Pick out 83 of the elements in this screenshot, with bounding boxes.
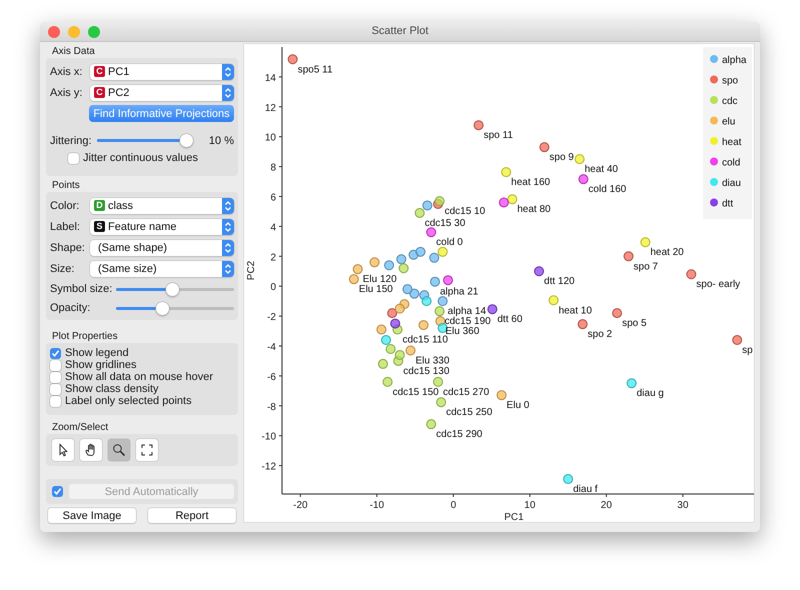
point-label: cdc15 110 <box>402 334 448 346</box>
tick-label: 14 <box>264 72 276 84</box>
point-label: cdc15 30 <box>424 218 466 229</box>
legend-label: alpha <box>722 55 746 66</box>
field-label: Shape: <box>50 242 86 254</box>
tick-label: -12 <box>262 462 276 473</box>
point-label: diau g <box>636 388 664 400</box>
field-label: Size: <box>50 262 76 274</box>
point-label: heat 160 <box>511 177 550 188</box>
tick-label: 10 <box>524 500 536 511</box>
field-label: Axis x: <box>50 66 84 78</box>
tick-label: -20 <box>293 500 308 511</box>
axis-title: PC2 <box>246 260 257 280</box>
legend-label: diau <box>722 178 741 189</box>
point-label: Elu 150 <box>358 284 393 296</box>
legend-label: elu <box>722 116 736 128</box>
legend-label: dtt <box>722 198 734 210</box>
tick-label: 8 <box>270 162 276 174</box>
tick-label: 10 <box>264 132 276 144</box>
slider-value: 10 % <box>208 134 234 146</box>
point-label: cdc15 250 <box>446 407 492 418</box>
point-label: cdc15 290 <box>436 429 482 440</box>
point-label: spo 9 <box>549 152 574 164</box>
field-label: Color: <box>50 200 80 212</box>
point-label: cold 0 <box>436 237 463 248</box>
point-label: heat 20 <box>650 247 684 258</box>
point-label: spo 5 <box>622 318 647 330</box>
legend-label: cdc <box>722 96 738 107</box>
point-label: cdc15 270 <box>443 386 490 398</box>
tick-label: -8 <box>267 402 276 413</box>
type-badge: C <box>94 87 105 98</box>
type-badge: S <box>94 221 105 232</box>
point-label: alpha 14 <box>448 306 486 318</box>
field-label: Symbol size: <box>50 283 114 295</box>
point-label: spo 2 <box>588 329 612 340</box>
point-label: cdc15 190 <box>444 316 491 328</box>
type-badge: C <box>94 66 105 77</box>
tick-label: -10 <box>262 432 276 443</box>
point-label: cdc15 150 <box>392 386 439 398</box>
point-label: spo 11 <box>484 130 513 142</box>
point-label: Elu 120 <box>362 274 397 286</box>
field-label: Label: <box>50 220 81 232</box>
point-label: cdc15 10 <box>444 206 486 218</box>
point-label: Elu 330 <box>416 355 450 366</box>
point-label: diau f <box>573 484 598 496</box>
tick-label: 0 <box>450 500 456 511</box>
point-label: heat 80 <box>517 204 551 216</box>
section-title: Points <box>52 179 80 192</box>
point-label: cold 160 <box>588 184 626 196</box>
window-title: Scatter Plot <box>370 25 430 37</box>
legend-label: heat <box>722 137 742 148</box>
tick-label: 20 <box>600 500 612 511</box>
type-badge: D <box>94 200 105 211</box>
legend-label: cold <box>722 158 740 168</box>
point-label: dtt 60 <box>497 314 522 326</box>
tick-label: -10 <box>370 500 384 511</box>
point-label: sp <box>742 345 753 356</box>
field-label: Jittering: <box>50 134 93 146</box>
tick-label: 2 <box>270 252 276 264</box>
point-label: heat 10 <box>558 305 592 316</box>
section-title: Plot Properties <box>52 330 118 343</box>
point-label: spo5 11 <box>298 64 333 76</box>
section-title: Zoom/Select <box>52 421 108 434</box>
legend-label: spo <box>722 76 738 86</box>
point-label: Elu 0 <box>506 400 530 412</box>
axis-title: PC1 <box>504 512 524 522</box>
tick-label: -6 <box>267 372 276 383</box>
tick-label: 4 <box>270 222 276 234</box>
point-label: spo- early <box>696 279 740 290</box>
point-label: dtt 120 <box>544 276 575 288</box>
point-label: alpha 21 <box>440 286 478 298</box>
section-title: Axis Data <box>52 45 95 58</box>
tick-label: 12 <box>264 102 276 114</box>
point-label: cdc15 130 <box>403 366 450 377</box>
field-label: Opacity: <box>50 302 92 314</box>
tick-label: -2 <box>267 312 276 324</box>
point-label: spo 7 <box>634 261 658 272</box>
field-label: Axis y: <box>50 86 84 98</box>
tick-label: -4 <box>267 342 276 353</box>
tick-label: 30 <box>677 500 688 511</box>
tick-label: 6 <box>270 192 276 204</box>
point-label: heat 40 <box>584 164 618 176</box>
tick-label: 0 <box>270 282 276 294</box>
